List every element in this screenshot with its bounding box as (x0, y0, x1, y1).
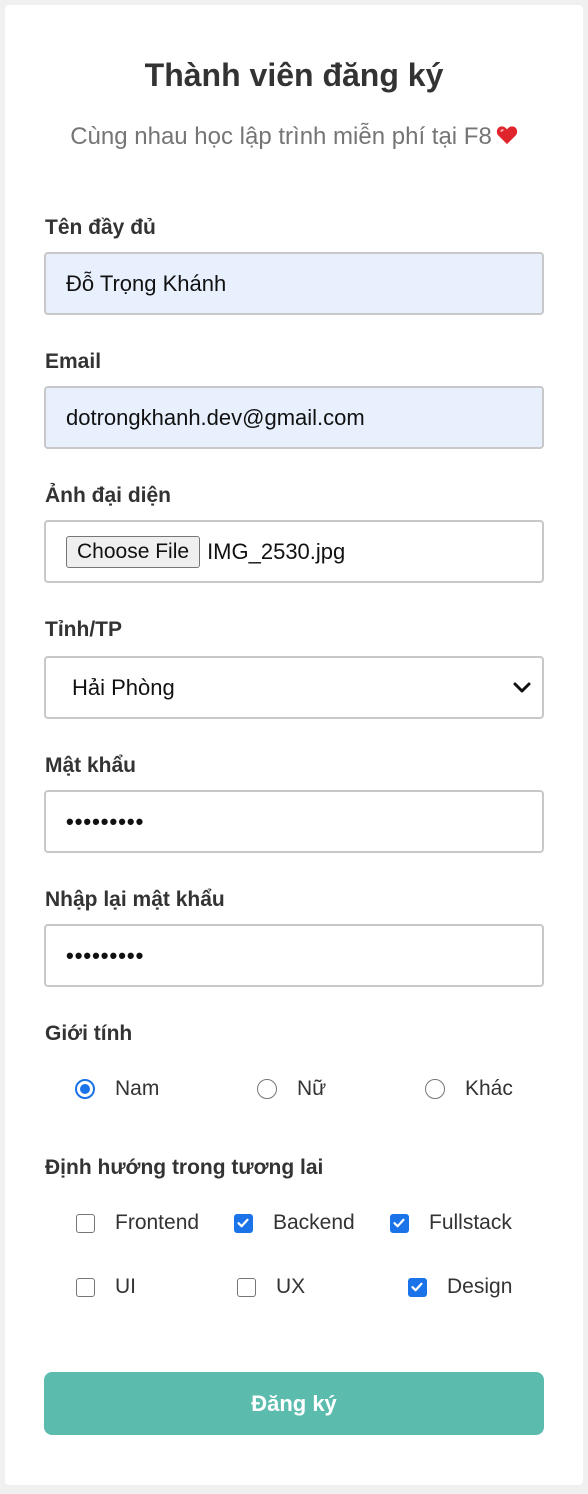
password-label: Mật khẩu (45, 754, 137, 777)
orientation-option-backend[interactable]: Backend (234, 1211, 355, 1235)
orientation-option-ui[interactable]: UI (76, 1275, 136, 1299)
orientation-option-label: UI (115, 1275, 136, 1298)
password-input[interactable]: ••••••••• (44, 790, 544, 853)
orientation-option-label: UX (276, 1275, 306, 1298)
choose-file-button[interactable]: Choose File (66, 535, 201, 568)
avatar-label: Ảnh đại diện (45, 484, 171, 507)
checkbox-frontend[interactable] (76, 1213, 95, 1233)
gender-option-nam[interactable]: Nam (75, 1077, 159, 1101)
heart-icon (496, 126, 517, 145)
province-selected: Hải Phòng (72, 674, 175, 700)
checkbox-backend[interactable] (234, 1213, 253, 1233)
checkbox-ui[interactable] (76, 1277, 95, 1297)
orientation-option-label: Design (447, 1275, 513, 1298)
radio-nam[interactable] (75, 1079, 95, 1099)
orientation-option-ux[interactable]: UX (237, 1275, 305, 1299)
password-value: ••••••••• (66, 808, 145, 834)
checkbox-fullstack[interactable] (390, 1213, 409, 1233)
province-label: Tỉnh/TP (45, 618, 122, 641)
avatar-file-input[interactable]: Choose File IMG_2530.jpg (44, 520, 544, 583)
orientation-option-label: Backend (273, 1211, 355, 1234)
radio-nu[interactable] (257, 1079, 277, 1099)
orientation-option-design[interactable]: Design (408, 1275, 512, 1299)
gender-label: Giới tính (45, 1022, 133, 1045)
fullname-label: Tên đầy đủ (45, 216, 156, 239)
file-name: IMG_2530.jpg (207, 538, 346, 564)
chevron-down-icon (513, 682, 531, 692)
password-confirm-input[interactable]: ••••••••• (44, 924, 544, 987)
gender-option-khac[interactable]: Khác (425, 1077, 513, 1101)
orientation-option-label: Frontend (115, 1211, 200, 1234)
email-label: Email (45, 350, 102, 373)
gender-option-label: Nam (115, 1077, 160, 1100)
password-confirm-value: ••••••••• (66, 942, 145, 968)
province-select[interactable]: Hải Phòng (44, 656, 544, 719)
form-subtitle-text: Cùng nhau học lập trình miễn phí tại F8 (70, 123, 492, 150)
orientation-option-label: Fullstack (429, 1211, 512, 1234)
password-confirm-label: Nhập lại mật khẩu (45, 888, 225, 911)
email-value: dotrongkhanh.dev@gmail.com (66, 404, 365, 430)
orientation-option-fullstack[interactable]: Fullstack (390, 1211, 512, 1235)
register-form-card: Thành viên đăng ký Cùng nhau học lập trì… (5, 5, 583, 1485)
gender-option-label: Nữ (297, 1077, 327, 1100)
register-button[interactable]: Đăng ký (44, 1372, 544, 1435)
fullname-input[interactable]: Đỗ Trọng Khánh (44, 252, 544, 315)
radio-khac[interactable] (425, 1079, 445, 1099)
checkbox-design[interactable] (408, 1277, 427, 1297)
checkbox-ux[interactable] (237, 1277, 256, 1297)
gender-option-nu[interactable]: Nữ (257, 1077, 326, 1101)
form-title: Thành viên đăng ký (144, 57, 444, 93)
orientation-option-frontend[interactable]: Frontend (76, 1211, 199, 1235)
fullname-value: Đỗ Trọng Khánh (66, 270, 227, 296)
email-input[interactable]: dotrongkhanh.dev@gmail.com (44, 386, 544, 449)
orientation-label: Định hướng trong tương lai (45, 1156, 324, 1179)
gender-option-label: Khác (465, 1077, 513, 1100)
form-subtitle: Cùng nhau học lập trình miễn phí tại F8 (5, 123, 583, 151)
